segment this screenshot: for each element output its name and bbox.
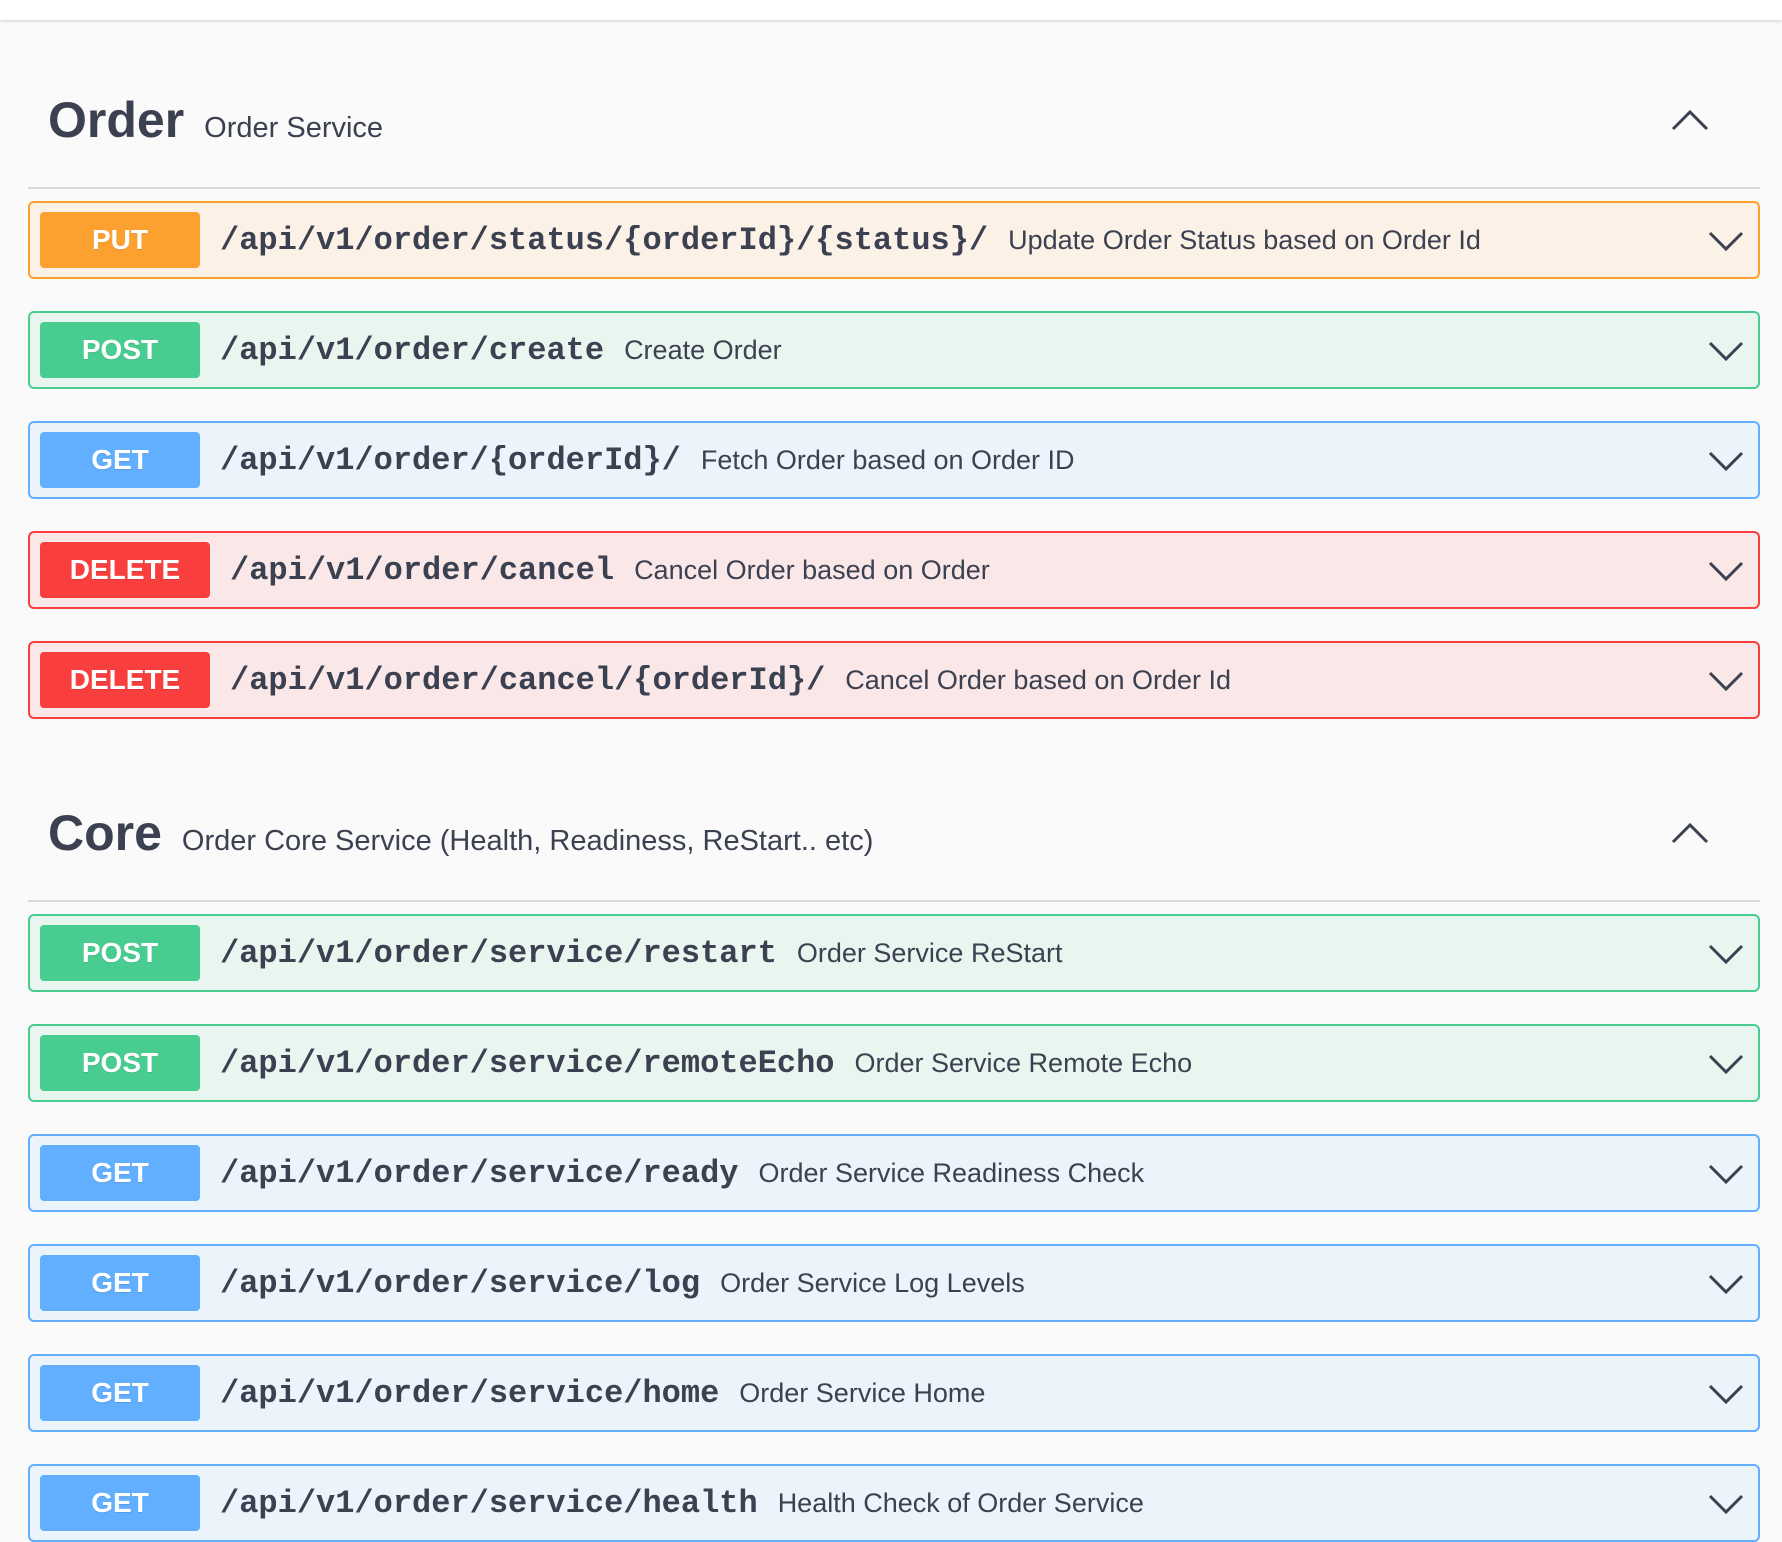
chevron-down-icon[interactable] <box>1708 1272 1744 1296</box>
operation-row[interactable]: GET /api/v1/order/service/log Order Serv… <box>28 1244 1760 1322</box>
operation-summary: Cancel Order based on Order <box>634 554 990 585</box>
method-badge: GET <box>40 432 200 488</box>
method-badge: PUT <box>40 212 200 268</box>
method-badge: POST <box>40 322 200 378</box>
operation-path[interactable]: /api/v1/order/service/ready <box>220 1155 738 1192</box>
method-badge: POST <box>40 925 200 981</box>
operation-path[interactable]: /api/v1/order/cancel/{orderId}/ <box>230 662 825 699</box>
tag-header[interactable]: Core Order Core Service (Health, Readine… <box>28 719 1760 902</box>
operation-path[interactable]: /api/v1/order/service/log <box>220 1265 700 1302</box>
tag-header[interactable]: Order Order Service <box>28 20 1760 189</box>
operation-row[interactable]: DELETE /api/v1/order/cancel Cancel Order… <box>28 531 1760 609</box>
tag-section-order: Order Order Service PUT /api/v1/order/st… <box>28 20 1760 719</box>
tag-title: Order Order Service <box>48 91 383 149</box>
operation-summary: Cancel Order based on Order Id <box>845 664 1231 695</box>
operation-row[interactable]: POST /api/v1/order/service/restart Order… <box>28 914 1760 992</box>
operation-row[interactable]: GET /api/v1/order/service/home Order Ser… <box>28 1354 1760 1432</box>
operation-row[interactable]: GET /api/v1/order/{orderId}/ Fetch Order… <box>28 421 1760 499</box>
operation-summary: Health Check of Order Service <box>777 1487 1144 1518</box>
tag-name[interactable]: Order <box>48 91 184 149</box>
operation-path[interactable]: /api/v1/order/create <box>220 332 604 369</box>
operation-row[interactable]: POST /api/v1/order/create Create Order <box>28 311 1760 389</box>
operation-row[interactable]: PUT /api/v1/order/status/{orderId}/{stat… <box>28 201 1760 279</box>
tag-description: Order Core Service (Health, Readiness, R… <box>181 825 874 857</box>
tag-section-core: Core Order Core Service (Health, Readine… <box>28 719 1760 1542</box>
operation-path[interactable]: /api/v1/order/service/remoteEcho <box>220 1045 835 1082</box>
chevron-down-icon[interactable] <box>1708 1052 1744 1076</box>
api-docs-container: Order Order Service PUT /api/v1/order/st… <box>28 20 1760 1542</box>
method-badge: DELETE <box>40 542 210 598</box>
operation-summary: Order Service ReStart <box>796 937 1063 968</box>
operation-row[interactable]: GET /api/v1/order/service/ready Order Se… <box>28 1134 1760 1212</box>
operation-summary: Fetch Order based on Order ID <box>700 444 1075 475</box>
operation-summary: Order Service Log Levels <box>720 1267 1025 1298</box>
operation-path[interactable]: /api/v1/order/cancel <box>230 552 614 589</box>
chevron-down-icon[interactable] <box>1708 1162 1744 1186</box>
operation-summary: Update Order Status based on Order Id <box>1008 224 1481 255</box>
operation-summary: Order Service Remote Echo <box>854 1047 1193 1078</box>
tag-name[interactable]: Core <box>48 804 162 862</box>
method-badge: GET <box>40 1255 200 1311</box>
method-badge: DELETE <box>40 652 210 708</box>
chevron-down-icon[interactable] <box>1708 559 1744 583</box>
chevron-down-icon[interactable] <box>1708 669 1744 693</box>
method-badge: GET <box>40 1365 200 1421</box>
method-badge: GET <box>40 1475 200 1531</box>
chevron-down-icon[interactable] <box>1708 1382 1744 1406</box>
chevron-down-icon[interactable] <box>1708 449 1744 473</box>
chevron-down-icon[interactable] <box>1708 229 1744 253</box>
operation-row[interactable]: GET /api/v1/order/service/health Health … <box>28 1464 1760 1542</box>
operation-summary: Order Service Readiness Check <box>758 1157 1145 1188</box>
operation-row[interactable]: POST /api/v1/order/service/remoteEcho Or… <box>28 1024 1760 1102</box>
tag-description: Order Service <box>204 112 384 144</box>
operation-row[interactable]: DELETE /api/v1/order/cancel/{orderId}/ C… <box>28 641 1760 719</box>
operation-path[interactable]: /api/v1/order/{orderId}/ <box>220 442 681 479</box>
chevron-down-icon[interactable] <box>1708 339 1744 363</box>
method-badge: POST <box>40 1035 200 1091</box>
chevron-up-icon[interactable] <box>1670 107 1710 133</box>
chevron-down-icon[interactable] <box>1708 942 1744 966</box>
operation-path[interactable]: /api/v1/order/service/home <box>220 1375 719 1412</box>
operation-path[interactable]: /api/v1/order/service/health <box>220 1485 758 1522</box>
operation-path[interactable]: /api/v1/order/status/{orderId}/{status}/ <box>220 222 988 259</box>
chevron-down-icon[interactable] <box>1708 1492 1744 1516</box>
top-bar <box>0 0 1782 20</box>
tag-title: Core Order Core Service (Health, Readine… <box>48 804 873 862</box>
operation-path[interactable]: /api/v1/order/service/restart <box>220 935 777 972</box>
operation-summary: Order Service Home <box>739 1377 986 1408</box>
operation-summary: Create Order <box>624 334 782 365</box>
chevron-up-icon[interactable] <box>1670 820 1710 846</box>
method-badge: GET <box>40 1145 200 1201</box>
